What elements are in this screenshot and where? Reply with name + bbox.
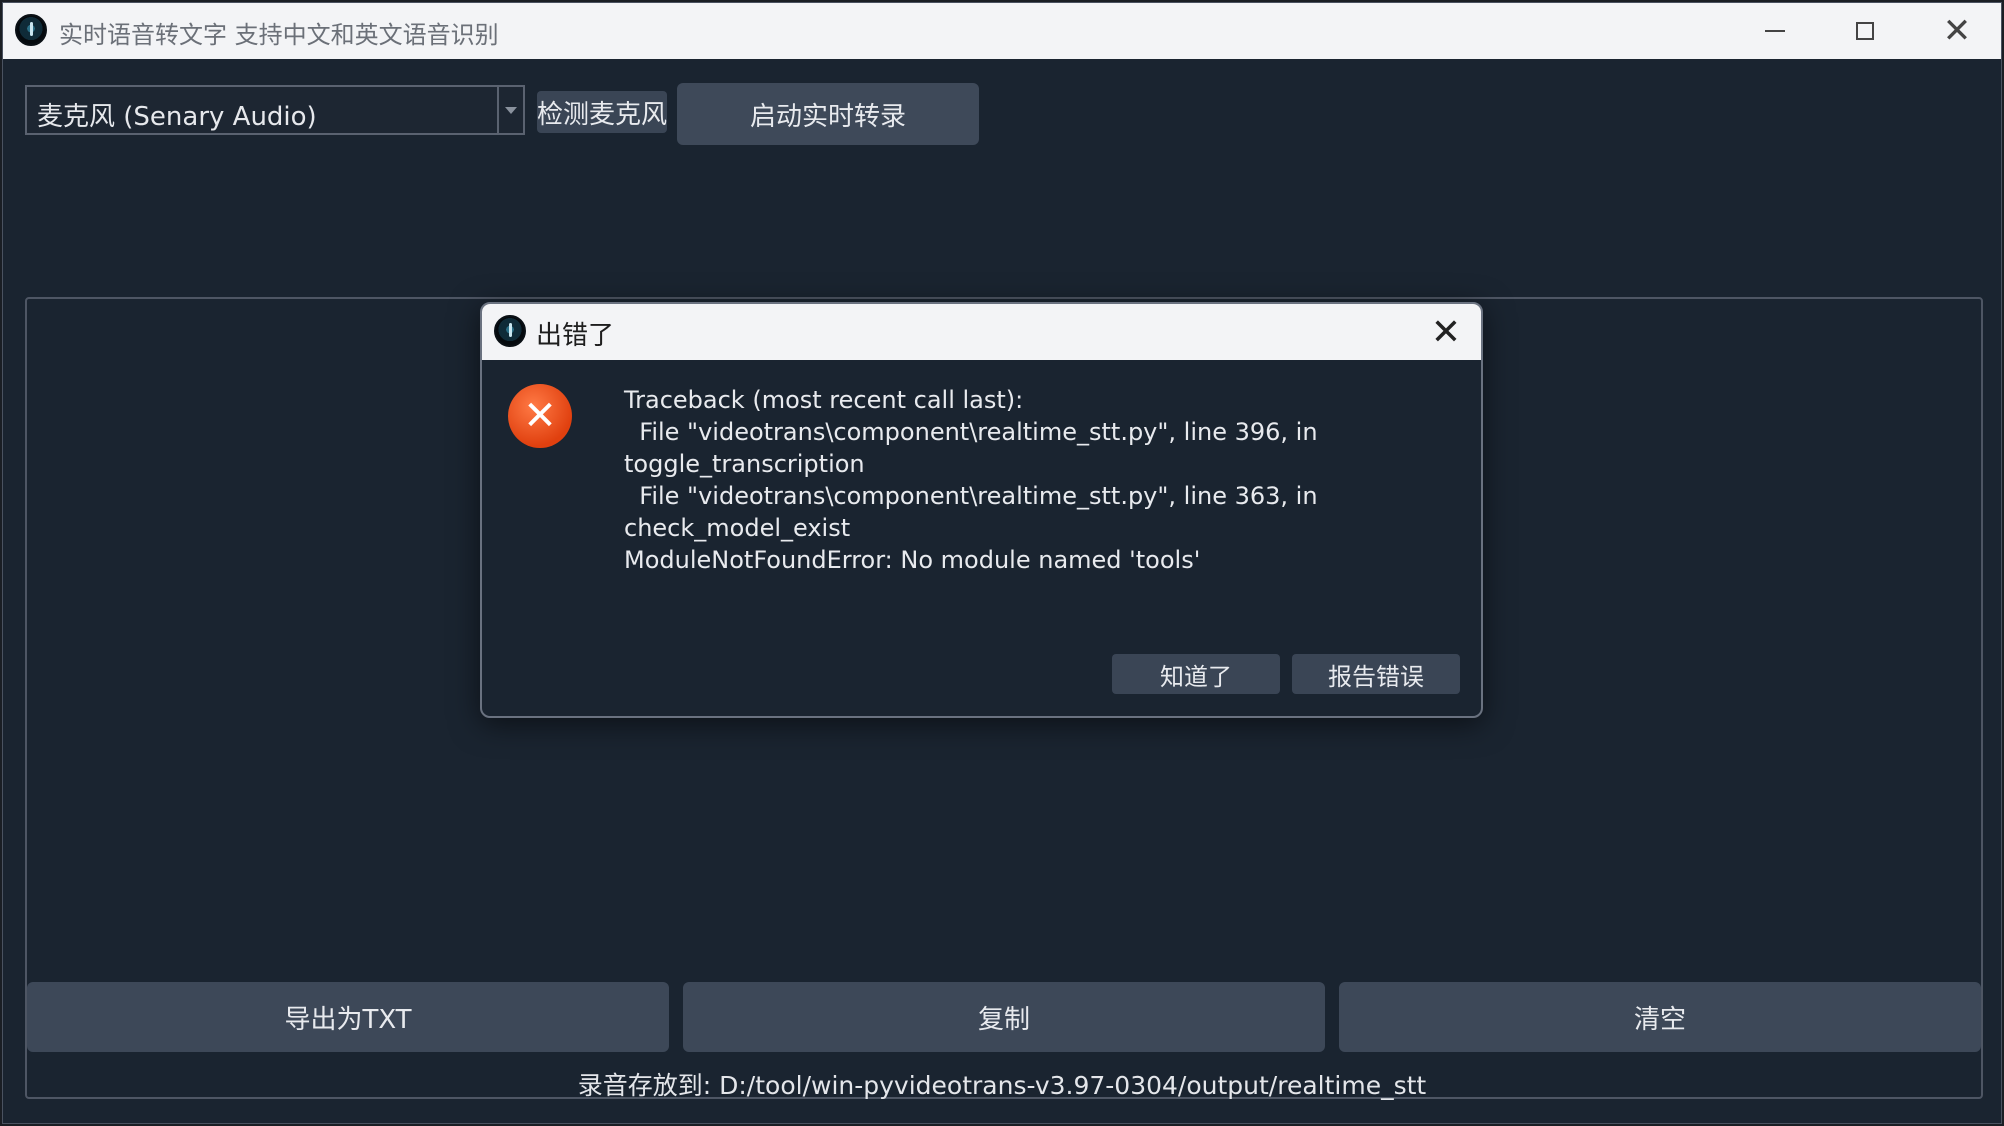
chevron-down-icon[interactable] [497,87,523,133]
start-transcription-button[interactable]: 启动实时转录 [677,83,979,145]
error-line: toggle_transcription [624,450,865,478]
error-line: File "videotrans\component\realtime_stt.… [624,482,1318,510]
dialog-title: 出错了 [536,321,615,351]
title-bar[interactable]: 实时语音转文字 支持中文和英文语音识别 ✕ [3,3,2001,59]
copy-button[interactable]: 复制 [683,982,1325,1052]
window-title: 实时语音转文字 支持中文和英文语音识别 [59,21,499,49]
error-line: Traceback (most recent call last): [624,386,1024,414]
clear-button[interactable]: 清空 [1339,982,1981,1052]
dialog-app-icon [494,315,526,347]
microphone-select[interactable]: 麦克风 (Senary Audio) [25,85,525,135]
save-path-label: 录音存放到: D:/tool/win-pyvideotrans-v3.97-03… [577,1071,1427,1100]
minimize-button[interactable] [1729,3,1821,59]
app-logo-icon [15,14,47,46]
microphone-selected-value: 麦克风 (Senary Audio) [37,102,317,132]
error-message: Traceback (most recent call last): File … [624,384,1404,576]
close-button[interactable]: ✕ [1911,3,2003,59]
dialog-title-bar[interactable]: 出错了 ✕ [482,304,1481,360]
dialog-close-button[interactable]: ✕ [1421,304,1471,360]
detect-microphone-button[interactable]: 检测麦克风 [537,91,667,133]
minimize-icon [1765,30,1785,32]
report-error-button[interactable]: 报告错误 [1292,654,1460,694]
maximize-button[interactable] [1819,3,1911,59]
error-icon: ✕ [508,384,572,448]
error-line: ModuleNotFoundError: No module named 'to… [624,546,1201,574]
error-line: File "videotrans\component\realtime_stt.… [624,418,1318,446]
error-line: check_model_exist [624,514,851,542]
ok-button[interactable]: 知道了 [1112,654,1280,694]
close-icon: ✕ [1430,311,1462,353]
close-icon: ✕ [1942,11,1972,51]
export-txt-button[interactable]: 导出为TXT [27,982,669,1052]
error-dialog: 出错了 ✕ ✕ Traceback (most recent call last… [480,302,1483,718]
maximize-icon [1856,22,1874,40]
